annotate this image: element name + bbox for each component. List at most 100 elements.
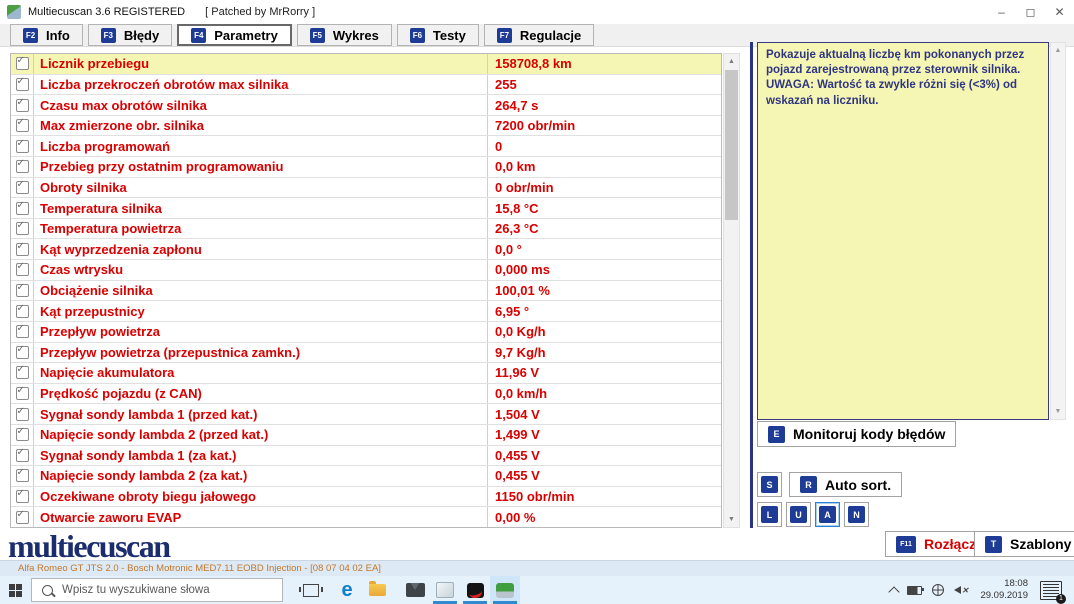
row-checkbox[interactable] bbox=[16, 366, 29, 379]
scroll-down-icon[interactable]: ▼ bbox=[1051, 404, 1065, 419]
tab-label: Regulacje bbox=[520, 28, 581, 43]
tab-f2[interactable]: F2Info bbox=[10, 24, 83, 46]
file-explorer-button[interactable] bbox=[362, 576, 392, 604]
parameter-row[interactable]: Przepływ powietrza (przepustnica zamkn.)… bbox=[11, 343, 721, 364]
scrollbar-thumb[interactable] bbox=[725, 70, 738, 220]
start-button[interactable] bbox=[0, 576, 31, 604]
parameter-name: Temperatura silnika bbox=[34, 198, 488, 218]
parameter-row[interactable]: Napięcie sondy lambda 2 (przed kat.)1,49… bbox=[11, 425, 721, 446]
action-center-icon[interactable]: 1 bbox=[1040, 581, 1062, 600]
tab-f5[interactable]: F5Wykres bbox=[297, 24, 392, 46]
tab-f4[interactable]: F4Parametry bbox=[177, 24, 292, 46]
tab-f3[interactable]: F3Błędy bbox=[88, 24, 172, 46]
task-view-button[interactable] bbox=[296, 576, 326, 604]
tab-f7[interactable]: F7Regulacje bbox=[484, 24, 594, 46]
parameter-row[interactable]: Obroty silnika0 obr/min bbox=[11, 178, 721, 199]
parameter-name: Temperatura powietrza bbox=[34, 219, 488, 239]
parameter-row[interactable]: Temperatura powietrza26,3 °C bbox=[11, 219, 721, 240]
row-checkbox[interactable] bbox=[16, 428, 29, 441]
diagnostic-app-button[interactable] bbox=[460, 576, 490, 604]
parameter-row[interactable]: Liczba programowań0 bbox=[11, 136, 721, 157]
close-button[interactable]: ✕ bbox=[1045, 0, 1074, 24]
sort-s-button[interactable]: S bbox=[757, 472, 782, 497]
parameter-row[interactable]: Sygnał sondy lambda 1 (za kat.)0,455 V bbox=[11, 446, 721, 467]
sort-l-button[interactable]: L bbox=[757, 502, 782, 527]
row-checkbox[interactable] bbox=[16, 243, 29, 256]
auto-sort-button[interactable]: R Auto sort. bbox=[789, 472, 902, 497]
row-checkbox[interactable] bbox=[16, 449, 29, 462]
hotkey-n-badge: N bbox=[848, 506, 865, 523]
parameter-row[interactable]: Kąt przepustnicy6,95 ° bbox=[11, 301, 721, 322]
maximize-button[interactable]: ◻ bbox=[1016, 0, 1045, 24]
tab-f6[interactable]: F6Testy bbox=[397, 24, 479, 46]
parameter-value: 11,96 V bbox=[488, 363, 721, 383]
taskbar-search-input[interactable]: Wpisz tu wyszukiwane słowa bbox=[31, 578, 283, 602]
table-scrollbar[interactable]: ▲ ▼ bbox=[723, 53, 740, 528]
scroll-up-icon[interactable]: ▲ bbox=[724, 54, 739, 69]
parameter-name: Liczba przekroczeń obrotów max silnika bbox=[34, 75, 488, 95]
parameter-row[interactable]: Przepływ powietrza0,0 Kg/h bbox=[11, 322, 721, 343]
row-checkbox[interactable] bbox=[16, 305, 29, 318]
parameter-row[interactable]: Napięcie akumulatora11,96 V bbox=[11, 363, 721, 384]
row-checkbox[interactable] bbox=[16, 263, 29, 276]
row-checkbox[interactable] bbox=[16, 202, 29, 215]
row-checkbox[interactable] bbox=[16, 140, 29, 153]
multiecuscan-taskbar-button[interactable] bbox=[490, 576, 520, 604]
parameter-row[interactable]: Czas wtrysku0,000 ms bbox=[11, 260, 721, 281]
info-scrollbar[interactable]: ▲ ▼ bbox=[1050, 42, 1066, 420]
parameter-value: 0,0 ° bbox=[488, 239, 721, 259]
parameter-row[interactable]: Prędkość pojazdu (z CAN)0,0 km/h bbox=[11, 384, 721, 405]
parameter-row[interactable]: Czasu max obrotów silnika264,7 s bbox=[11, 95, 721, 116]
row-checkbox[interactable] bbox=[16, 284, 29, 297]
volume-muted-icon[interactable]: ✕ bbox=[954, 586, 969, 595]
scroll-down-icon[interactable]: ▼ bbox=[724, 512, 739, 527]
monitor-error-codes-button[interactable]: E Monitoruj kody błędów bbox=[757, 421, 956, 447]
row-checkbox[interactable] bbox=[16, 222, 29, 235]
checkbox-cell bbox=[11, 75, 34, 95]
network-icon[interactable] bbox=[932, 584, 944, 596]
row-checkbox[interactable] bbox=[16, 160, 29, 173]
row-checkbox[interactable] bbox=[16, 181, 29, 194]
sort-n-button[interactable]: N bbox=[844, 502, 869, 527]
parameter-row[interactable]: Kąt wyprzedzenia zapłonu0,0 ° bbox=[11, 239, 721, 260]
fkey-badge-f6: F6 bbox=[410, 28, 425, 43]
notes-app-button[interactable] bbox=[430, 576, 460, 604]
row-checkbox[interactable] bbox=[16, 346, 29, 359]
parameter-row[interactable]: Liczba przekroczeń obrotów max silnika25… bbox=[11, 75, 721, 96]
parameter-row[interactable]: Przebieg przy ostatnim programowaniu0,0 … bbox=[11, 157, 721, 178]
parameter-row[interactable]: Max zmierzone obr. silnika7200 obr/min bbox=[11, 116, 721, 137]
parameter-row[interactable]: Obciążenie silnika100,01 % bbox=[11, 281, 721, 302]
row-checkbox[interactable] bbox=[16, 490, 29, 503]
row-checkbox[interactable] bbox=[16, 408, 29, 421]
parameter-name: Napięcie akumulatora bbox=[34, 363, 488, 383]
scroll-up-icon[interactable]: ▲ bbox=[1051, 43, 1065, 58]
parameter-row[interactable]: Temperatura silnika15,8 °C bbox=[11, 198, 721, 219]
taskbar-clock[interactable]: 18:08 29.09.2019 bbox=[980, 578, 1028, 603]
hotkey-t-badge: T bbox=[985, 536, 1002, 553]
templates-button[interactable]: T Szablony bbox=[974, 531, 1074, 557]
parameter-row[interactable]: Napięcie sondy lambda 2 (za kat.)0,455 V bbox=[11, 466, 721, 487]
disconnect-button[interactable]: F11 Rozłącz bbox=[885, 531, 987, 557]
row-checkbox[interactable] bbox=[16, 78, 29, 91]
row-checkbox[interactable] bbox=[16, 469, 29, 482]
row-checkbox[interactable] bbox=[16, 57, 29, 70]
fkey-badge-f3: F3 bbox=[101, 28, 116, 43]
row-checkbox[interactable] bbox=[16, 511, 29, 524]
mail-button[interactable] bbox=[400, 576, 430, 604]
hidden-icons-chevron-icon[interactable] bbox=[888, 586, 899, 597]
row-checkbox[interactable] bbox=[16, 99, 29, 112]
edge-button[interactable]: e bbox=[332, 576, 362, 604]
battery-icon[interactable] bbox=[907, 586, 922, 595]
parameter-row[interactable]: Oczekiwane obroty biegu jałowego1150 obr… bbox=[11, 487, 721, 508]
parameter-row[interactable]: Licznik przebiegu158708,8 km bbox=[11, 54, 721, 75]
sort-u-button[interactable]: U bbox=[786, 502, 811, 527]
row-checkbox[interactable] bbox=[16, 119, 29, 132]
parameter-name: Kąt wyprzedzenia zapłonu bbox=[34, 239, 488, 259]
row-checkbox[interactable] bbox=[16, 325, 29, 338]
minimize-button[interactable]: – bbox=[987, 0, 1016, 24]
parameter-name: Otwarcie zaworu EVAP bbox=[34, 507, 488, 527]
parameter-row[interactable]: Sygnał sondy lambda 1 (przed kat.)1,504 … bbox=[11, 404, 721, 425]
sort-a-button[interactable]: A bbox=[815, 502, 840, 527]
parameter-row[interactable]: Otwarcie zaworu EVAP0,00 % bbox=[11, 507, 721, 527]
row-checkbox[interactable] bbox=[16, 387, 29, 400]
